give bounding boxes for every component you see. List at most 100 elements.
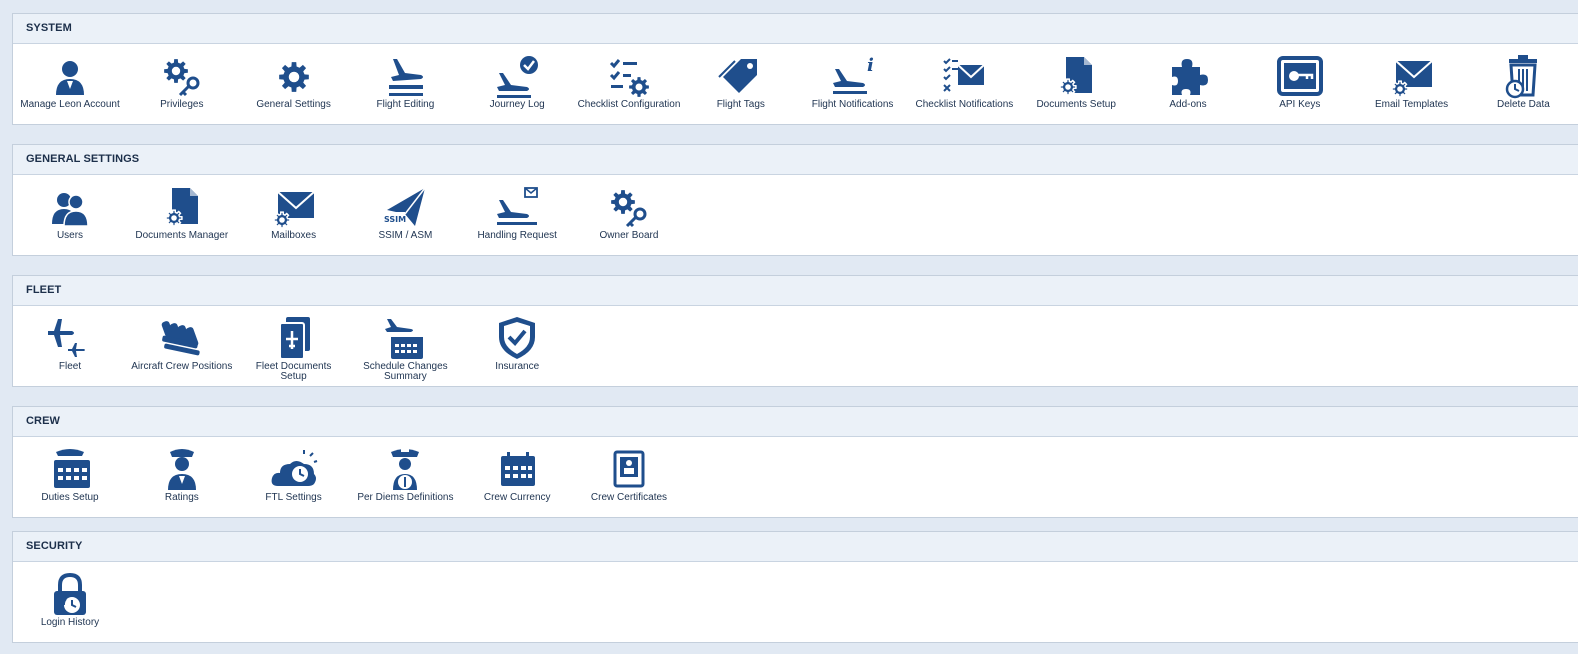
tile-flight-tags[interactable]: Flight Tags xyxy=(685,44,797,110)
tile-label: Handling Request xyxy=(477,230,557,241)
tile-flight-notifications[interactable]: i Flight Notifications xyxy=(797,44,909,110)
fleet-documents-icon xyxy=(270,315,318,363)
tile-mailboxes[interactable]: Mailboxes xyxy=(238,175,350,241)
section-crew: CREW Duties Setup Ratings FTL Settings Per D… xyxy=(12,406,1578,518)
tile-users[interactable]: Users xyxy=(14,175,126,241)
tile-schedule-changes-summary[interactable]: Schedule Changes Summary xyxy=(349,306,461,382)
tile-label: Ratings xyxy=(164,492,199,503)
svg-text:i: i xyxy=(867,55,874,76)
section-items: Users Documents Manager Mailboxes SSIM SSIM … xyxy=(13,175,1578,255)
tile-general-settings[interactable]: General Settings xyxy=(238,44,350,110)
shield-check-icon xyxy=(493,315,541,363)
tile-documents-manager[interactable]: Documents Manager xyxy=(126,175,238,241)
tile-checklist-notifications[interactable]: Checklist Notifications xyxy=(908,44,1020,110)
section-title: SYSTEM xyxy=(13,14,1578,44)
tile-email-templates[interactable]: Email Templates xyxy=(1356,44,1468,110)
plane-info-icon: i xyxy=(829,53,877,101)
tile-label: Email Templates xyxy=(1375,99,1449,110)
ssim-plane-icon: SSIM xyxy=(381,184,429,232)
tile-label: Insurance xyxy=(495,361,540,372)
tile-api-keys[interactable]: API Keys xyxy=(1244,44,1356,110)
section-general-settings: GENERAL SETTINGS Users Documents Manager Ma… xyxy=(12,144,1578,256)
tile-label: Crew Certificates xyxy=(590,492,668,503)
plane-calendar-icon xyxy=(381,315,429,363)
tile-label: Journey Log xyxy=(489,99,545,110)
tile-checklist-configuration[interactable]: Checklist Configuration xyxy=(573,44,685,110)
tag-icon xyxy=(717,53,765,101)
section-title: SECURITY xyxy=(13,532,1578,562)
tile-label: Checklist Configuration xyxy=(577,99,681,110)
tile-label: Crew Currency xyxy=(483,492,551,503)
certificate-icon xyxy=(605,446,653,494)
tile-fleet[interactable]: Fleet xyxy=(14,306,126,372)
user-icon xyxy=(46,53,94,101)
tile-ftl-settings[interactable]: FTL Settings xyxy=(238,437,350,503)
tile-label: Per Diems Definitions xyxy=(357,492,454,503)
tile-delete-data[interactable]: Delete Data xyxy=(1467,44,1578,110)
tile-label: Add-ons xyxy=(1169,99,1207,110)
pilot-money-icon xyxy=(381,446,429,494)
section-title: CREW xyxy=(13,407,1578,437)
tile-ssim-asm[interactable]: SSIM SSIM / ASM xyxy=(349,175,461,241)
tile-fleet-documents-setup[interactable]: Fleet Documents Setup xyxy=(238,306,350,382)
tile-label: Fleet Documents Setup xyxy=(255,361,332,382)
tile-crew-certificates[interactable]: Crew Certificates xyxy=(573,437,685,503)
section-system: SYSTEM Manage Leon Account Privileges Gener… xyxy=(12,13,1578,125)
tile-label: Users xyxy=(56,230,84,241)
pilot-icon xyxy=(158,446,206,494)
tile-label: Aircraft Crew Positions xyxy=(131,361,233,372)
tile-per-diems-definitions[interactable]: Per Diems Definitions xyxy=(349,437,461,503)
tile-journey-log[interactable]: Journey Log xyxy=(461,44,573,110)
tile-login-history[interactable]: Login History xyxy=(14,562,126,628)
icon-text: SSIM xyxy=(384,215,406,224)
section-items: Login History xyxy=(13,562,1578,642)
tile-add-ons[interactable]: Add-ons xyxy=(1132,44,1244,110)
gear-key-icon xyxy=(158,53,206,101)
document-gear-icon xyxy=(158,184,206,232)
tile-label: Mailboxes xyxy=(271,230,317,241)
tile-manage-leon-account[interactable]: Manage Leon Account xyxy=(14,44,126,110)
tile-label: Privileges xyxy=(160,99,204,110)
checklist-mail-icon xyxy=(940,53,988,101)
tile-handling-request[interactable]: Handling Request xyxy=(461,175,573,241)
tile-label: SSIM / ASM xyxy=(378,230,433,241)
tile-label: API Keys xyxy=(1279,99,1321,110)
tile-label: Delete Data xyxy=(1496,99,1550,110)
section-items: Manage Leon Account Privileges General Set… xyxy=(13,44,1578,124)
puzzle-icon xyxy=(1164,53,1212,101)
cloud-clock-icon xyxy=(270,446,318,494)
trash-clock-icon xyxy=(1499,53,1547,101)
mail-gear-icon xyxy=(1388,53,1436,101)
checklist-gear-icon xyxy=(605,53,653,101)
pilot-calendar-icon xyxy=(46,446,94,494)
tile-label: Flight Notifications xyxy=(811,99,894,110)
tile-crew-currency[interactable]: Crew Currency xyxy=(461,437,573,503)
section-items: Duties Setup Ratings FTL Settings Per Diems… xyxy=(13,437,1578,517)
tile-label: Login History xyxy=(40,617,100,628)
tile-insurance[interactable]: Insurance xyxy=(461,306,573,372)
plane-departure-icon xyxy=(381,53,429,101)
tile-ratings[interactable]: Ratings xyxy=(126,437,238,503)
tile-flight-editing[interactable]: Flight Editing xyxy=(349,44,461,110)
tile-label: Checklist Notifications xyxy=(915,99,1014,110)
tile-label: Schedule Changes Summary xyxy=(363,361,448,382)
tile-privileges[interactable]: Privileges xyxy=(126,44,238,110)
crew-seats-icon xyxy=(158,315,206,363)
tile-aircraft-crew-positions[interactable]: Aircraft Crew Positions xyxy=(126,306,238,372)
section-fleet: FLEET Fleet Aircraft Crew Positions Fleet D… xyxy=(12,275,1578,387)
plane-mail-icon xyxy=(493,184,541,232)
tile-documents-setup[interactable]: Documents Setup xyxy=(1020,44,1132,110)
planes-icon xyxy=(46,315,94,363)
tile-label: Flight Tags xyxy=(716,99,765,110)
tile-label: Documents Manager xyxy=(135,230,229,241)
tile-label: General Settings xyxy=(256,99,331,110)
tile-label: FTL Settings xyxy=(265,492,322,503)
tile-duties-setup[interactable]: Duties Setup xyxy=(14,437,126,503)
section-security: SECURITY Login History xyxy=(12,531,1578,643)
section-title: FLEET xyxy=(13,276,1578,306)
tile-label: Fleet xyxy=(58,361,82,372)
mail-gear-icon xyxy=(270,184,318,232)
lock-history-icon xyxy=(46,571,94,619)
tile-label: Flight Editing xyxy=(376,99,435,110)
tile-owner-board[interactable]: Owner Board xyxy=(573,175,685,241)
